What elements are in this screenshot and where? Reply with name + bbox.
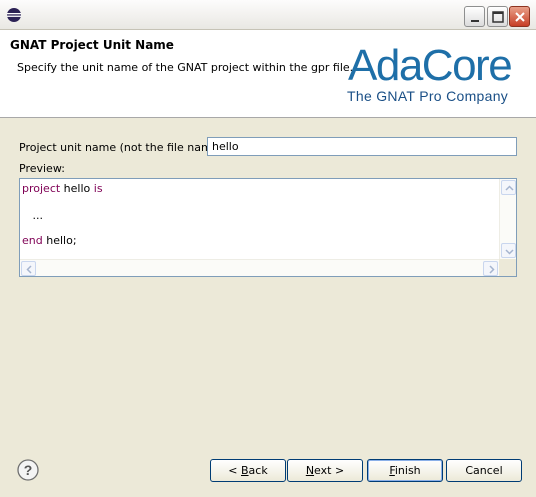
horizontal-scrollbar[interactable]	[20, 259, 500, 276]
code-line-3: end hello;	[22, 234, 77, 247]
scroll-right-button[interactable]	[483, 261, 498, 276]
code-text: hello	[60, 182, 94, 195]
preview-label: Preview:	[19, 162, 65, 175]
chevron-right-icon	[489, 265, 495, 274]
logo-tagline: The GNAT Pro Company	[347, 88, 509, 104]
preview-text-area[interactable]: project hello is ... end hello;	[19, 178, 517, 277]
adacore-logo: AdaCore The GNAT Pro Company	[344, 42, 524, 106]
eclipse-icon	[7, 8, 21, 22]
scrollbar-corner	[499, 259, 516, 276]
next-button[interactable]: Next >	[287, 459, 363, 482]
unit-name-input[interactable]: hello	[207, 137, 517, 156]
svg-text:?: ?	[24, 462, 33, 478]
back-prefix: <	[228, 464, 241, 477]
close-button[interactable]	[509, 6, 530, 27]
wizard-header: GNAT Project Unit Name Specify the unit …	[0, 30, 536, 118]
chevron-up-icon	[505, 185, 514, 191]
help-icon[interactable]: ?	[17, 459, 39, 481]
scroll-down-button[interactable]	[501, 243, 516, 258]
finish-button[interactable]: Finish	[367, 459, 443, 482]
window-titlebar[interactable]	[0, 0, 536, 30]
maximize-icon	[492, 11, 504, 23]
next-label: ext >	[314, 464, 345, 477]
chevron-down-icon	[505, 249, 514, 255]
scroll-left-button[interactable]	[21, 261, 36, 276]
back-label: ack	[248, 464, 268, 477]
minimize-button[interactable]	[464, 6, 485, 27]
vertical-scrollbar[interactable]	[499, 179, 516, 260]
logo-name: AdaCore	[348, 41, 513, 90]
keyword: is	[93, 182, 103, 195]
finish-label: inish	[394, 464, 421, 477]
close-icon	[515, 12, 525, 22]
unit-name-label: Project unit name (not the file name):	[19, 141, 227, 154]
page-description: Specify the unit name of the GNAT projec…	[17, 61, 354, 74]
next-mnemonic: N	[305, 464, 315, 477]
maximize-button[interactable]	[487, 6, 508, 27]
code-line-2: ...	[22, 209, 43, 222]
page-title: GNAT Project Unit Name	[10, 38, 174, 52]
keyword: end	[22, 234, 43, 247]
minimize-icon	[471, 20, 479, 22]
cancel-button[interactable]: Cancel	[446, 459, 522, 482]
keyword: project	[22, 182, 61, 195]
chevron-left-icon	[26, 265, 32, 274]
back-button[interactable]: < Back	[210, 459, 286, 482]
code-text: hello;	[42, 234, 77, 247]
code-line-1: project hello is	[22, 182, 103, 195]
back-mnemonic: B	[241, 464, 249, 477]
scroll-up-button[interactable]	[501, 180, 516, 195]
